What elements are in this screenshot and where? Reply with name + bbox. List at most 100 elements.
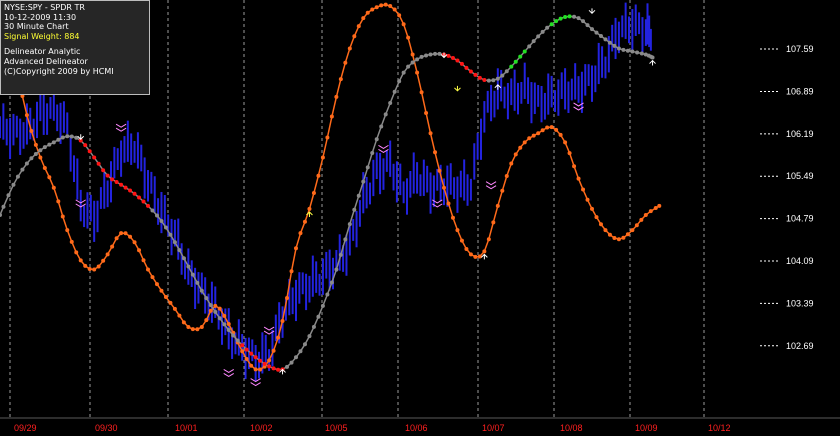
datetime-text: 10-12-2009 11:30 <box>4 12 77 22</box>
gray-line-dot <box>356 193 361 198</box>
gray-line-dot <box>128 188 133 193</box>
gray-line-dot <box>527 44 532 49</box>
orange-line-dot <box>114 236 119 241</box>
gray-line-dot <box>585 23 590 28</box>
orange-line-dot <box>455 228 460 233</box>
orange-line-dot <box>276 335 281 340</box>
orange-line-dot <box>630 228 635 233</box>
gray-line-dot <box>132 191 137 196</box>
orange-line-dot <box>450 215 455 220</box>
orange-line-dot <box>204 318 209 323</box>
gray-line-dot <box>298 349 303 354</box>
gray-line-dot <box>522 49 527 54</box>
orange-line-dot <box>468 252 473 257</box>
gray-line-dot <box>603 37 608 42</box>
gray-line-dot <box>213 309 218 314</box>
orange-line-dot <box>388 4 393 9</box>
gray-line-dot <box>271 366 276 371</box>
price-label: 102.69 <box>786 341 814 351</box>
gray-line-dot <box>51 140 56 145</box>
orange-line-dot <box>316 173 321 178</box>
orange-line-dot <box>590 206 594 211</box>
orange-line-dot <box>154 282 159 287</box>
delineator-text: Advanced Delineator <box>4 56 88 66</box>
gray-line-dot <box>374 137 379 142</box>
date-label: 10/05 <box>325 423 348 433</box>
orange-line-dot <box>56 199 61 204</box>
orange-line-dot <box>419 90 424 95</box>
orange-line-dot <box>172 306 177 311</box>
orange-line-dot <box>392 7 397 12</box>
gray-line-dot <box>33 151 38 156</box>
orange-line-dot <box>29 128 34 133</box>
orange-line-dot <box>83 263 88 268</box>
orange-line-dot <box>141 258 146 263</box>
orange-line-dot <box>128 234 133 239</box>
gray-line-dot <box>172 240 177 245</box>
price-label: 107.59 <box>786 44 814 54</box>
gray-line-dot <box>253 355 258 360</box>
gray-line-dot <box>446 53 451 58</box>
gray-line-dot <box>486 78 491 83</box>
gray-line-dot <box>635 50 640 55</box>
gray-line-dot <box>240 343 245 348</box>
gray-line-dot <box>235 338 240 343</box>
orange-line-dot <box>625 232 630 237</box>
orange-line-dot <box>549 125 554 130</box>
date-label: 10/08 <box>560 423 583 433</box>
gray-line-dot <box>343 237 348 242</box>
gray-line-dot <box>231 333 236 338</box>
orange-line-dot <box>226 322 231 327</box>
orange-line-dot <box>518 145 523 150</box>
gray-line-dot <box>307 334 312 339</box>
orange-line-dot <box>320 155 325 160</box>
orange-line-dot <box>621 235 626 240</box>
gray-line-dot <box>567 14 572 19</box>
orange-line-dot <box>612 235 617 240</box>
gray-line-dot <box>428 52 433 57</box>
symbol-text: NYSE:SPY - SPDR TR <box>4 3 85 12</box>
gray-line-dot <box>513 59 518 64</box>
orange-line-dot <box>639 217 644 222</box>
orange-line-dot <box>607 232 612 237</box>
gray-line-dot <box>154 213 159 218</box>
orange-line-dot <box>146 267 150 272</box>
gray-line-dot <box>217 316 222 321</box>
gray-line-dot <box>531 39 536 44</box>
gray-line-dot <box>352 207 357 212</box>
gray-line-dot <box>379 124 384 129</box>
gray-line-dot <box>433 51 438 56</box>
gray-line-dot <box>625 48 630 53</box>
gray-line-dot <box>74 135 79 140</box>
orange-line-dot <box>653 206 658 211</box>
gray-line-dot <box>540 29 545 34</box>
orange-line-dot <box>567 151 572 156</box>
gray-line-dot <box>267 364 272 369</box>
gray-line-dot <box>262 361 267 366</box>
date-label: 09/29 <box>14 423 37 433</box>
gray-line-dot <box>83 143 88 148</box>
gray-line-dot <box>482 77 487 82</box>
gray-line-dot <box>607 40 612 45</box>
orange-line-dot <box>603 228 608 233</box>
gray-line-dot <box>208 303 213 308</box>
gray-line-dot <box>563 14 568 19</box>
gray-line-dot <box>594 30 599 35</box>
orange-line-dot <box>531 133 536 138</box>
orange-line-dot <box>509 161 514 166</box>
orange-line-dot <box>190 327 195 332</box>
orange-line-dot <box>123 231 128 236</box>
orange-line-dot <box>563 140 568 145</box>
orange-line-dot <box>527 136 532 141</box>
date-label: 10/07 <box>482 423 505 433</box>
gray-line-dot <box>294 355 298 360</box>
orange-line-dot <box>163 294 168 299</box>
gray-line-dot <box>186 264 191 269</box>
gray-line-dot <box>38 148 43 153</box>
interval-text: 30 Minute Chart <box>4 22 69 32</box>
gray-line-dot <box>168 232 173 237</box>
orange-line-dot <box>500 188 505 193</box>
orange-line-dot <box>428 131 433 136</box>
gray-line-dot <box>316 314 321 319</box>
gray-line-dot <box>473 72 478 77</box>
